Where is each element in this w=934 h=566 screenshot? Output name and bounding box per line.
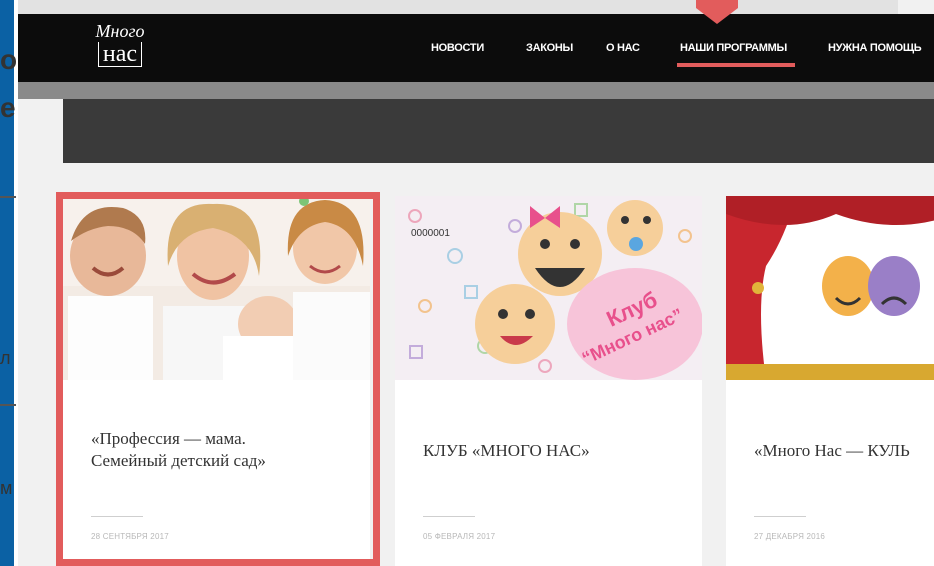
card-title[interactable]: «Профессия — мама. Семейный детский сад»	[91, 428, 266, 472]
card-divider	[754, 516, 806, 517]
card-title-line-2: Семейный детский сад»	[91, 451, 266, 470]
card-date: 05 ФЕВРАЛЯ 2017	[423, 532, 496, 541]
program-card[interactable]: «Много Нас — КУЛЬ 27 ДЕКАБРЯ 2016	[726, 196, 934, 566]
nav-item-news[interactable]: НОВОСТИ	[431, 42, 484, 54]
left-fragment-4: м	[0, 478, 13, 498]
nav-item-programs[interactable]: НАШИ ПРОГРАММЫ	[680, 42, 787, 54]
main-nav: НОВОСТИ ЗАКОНЫ О НАС НАШИ ПРОГРАММЫ НУЖН…	[18, 14, 934, 82]
program-card[interactable]: 0000001 Клуб “Много нас” КЛУБ «МНОГО НАС…	[395, 196, 702, 566]
nav-item-about[interactable]: О НАС	[606, 42, 640, 54]
card-title[interactable]: «Много Нас — КУЛЬ	[754, 440, 910, 462]
ticket-number: 0000001	[411, 228, 450, 239]
site-header: Много нас НОВОСТИ ЗАКОНЫ О НАС НАШИ ПРОГ…	[18, 14, 934, 82]
card-divider	[91, 516, 143, 517]
program-card[interactable]: «Профессия — мама. Семейный детский сад»…	[63, 196, 370, 566]
left-divider	[0, 196, 16, 198]
top-strip	[0, 0, 898, 14]
card-date: 28 СЕНТЯБРЯ 2017	[91, 532, 169, 541]
pointer-arrow-icon	[696, 8, 738, 24]
card-date: 27 ДЕКАБРЯ 2016	[754, 532, 826, 541]
left-divider	[0, 404, 16, 406]
pointer-marker	[696, 0, 738, 8]
nav-item-laws[interactable]: ЗАКОНЫ	[526, 42, 573, 54]
left-fragment-3: л	[0, 348, 11, 368]
card-title-line-1: «Профессия — мама.	[91, 429, 246, 448]
theatre-image	[726, 196, 934, 380]
family-photo	[63, 196, 370, 380]
card-title[interactable]: КЛУБ «МНОГО НАС»	[423, 440, 590, 462]
nav-item-help[interactable]: НУЖНА ПОМОЩЬ	[828, 42, 922, 54]
gray-band	[18, 82, 934, 99]
page-banner	[63, 99, 934, 163]
nav-active-underline	[677, 63, 795, 67]
club-image: 0000001 Клуб “Много нас”	[395, 196, 702, 380]
card-divider	[423, 516, 475, 517]
